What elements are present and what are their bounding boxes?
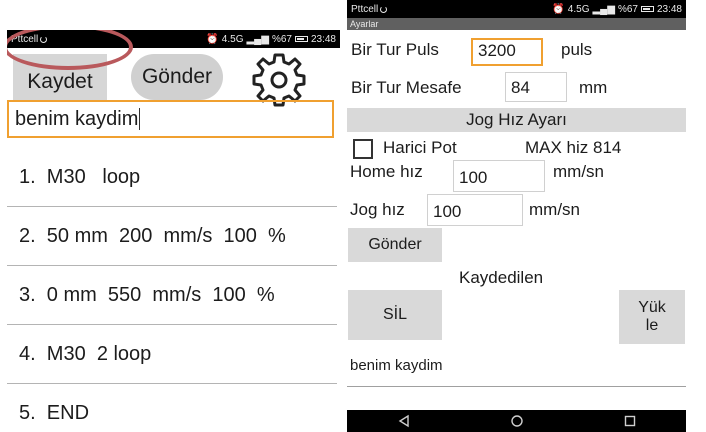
status-bar: Pttcell ⏰ 4.5G ▂▄▆ %67 23:48 bbox=[347, 0, 686, 18]
max-speed-label: MAX hiz 814 bbox=[525, 138, 622, 157]
clock: 23:48 bbox=[656, 3, 682, 15]
saved-label: Kaydedilen bbox=[459, 268, 544, 287]
divider bbox=[347, 386, 686, 387]
send-button[interactable]: Gönder bbox=[131, 54, 223, 100]
home-icon[interactable] bbox=[510, 414, 524, 428]
recording-name-value: benim kaydim bbox=[15, 107, 139, 130]
status-icons: ⏰ 4.5G ▂▄▆ %67 23:48 bbox=[552, 4, 682, 15]
external-pot-label: Harici Pot bbox=[383, 138, 457, 157]
external-pot-checkbox[interactable] bbox=[353, 139, 373, 159]
jog-speed-label: Jog hız bbox=[350, 200, 405, 219]
list-item[interactable]: 4. M30 2 loop bbox=[7, 325, 337, 384]
load-button-line1: Yük bbox=[638, 299, 666, 316]
load-button[interactable]: Yük le bbox=[619, 290, 685, 344]
list-item[interactable]: 5. END bbox=[7, 384, 337, 432]
network-label: 4.5G bbox=[567, 3, 590, 15]
nav-bar bbox=[347, 410, 686, 432]
load-button-line2: le bbox=[645, 317, 659, 334]
delete-button[interactable]: SİL bbox=[348, 290, 442, 340]
battery-percent: %67 bbox=[271, 33, 292, 45]
back-icon[interactable] bbox=[397, 414, 411, 428]
signal-icon: ▂▄▆ bbox=[592, 3, 615, 15]
highlight-circle bbox=[7, 30, 133, 70]
saved-item[interactable]: benim kaydim bbox=[350, 357, 443, 374]
alarm-icon: ⏰ bbox=[552, 3, 565, 15]
carrier-name: Pttcell bbox=[351, 3, 379, 15]
send-settings-button[interactable]: Gönder bbox=[348, 228, 442, 262]
battery-icon bbox=[640, 6, 654, 12]
list-item[interactable]: 2. 50 mm 200 mm/s 100 % bbox=[7, 207, 337, 266]
loading-icon bbox=[380, 5, 388, 13]
carrier: Pttcell bbox=[351, 3, 388, 15]
status-icons: ⏰ 4.5G ▂▄▆ %67 23:48 bbox=[206, 34, 336, 45]
program-list: 1. M30 loop 2. 50 mm 200 mm/s 100 % 3. 0… bbox=[7, 148, 337, 432]
text-caret bbox=[139, 108, 141, 130]
recent-apps-icon[interactable] bbox=[623, 414, 637, 428]
battery-percent: %67 bbox=[617, 3, 638, 15]
pulses-unit: puls bbox=[561, 40, 593, 59]
jog-speed-input[interactable]: 100 bbox=[427, 194, 523, 226]
alarm-icon: ⏰ bbox=[206, 33, 219, 45]
distance-unit: mm bbox=[579, 78, 608, 97]
pulses-label: Bir Tur Puls bbox=[351, 40, 439, 59]
distance-input[interactable]: 84 bbox=[505, 72, 567, 102]
pulses-input[interactable]: 3200 bbox=[471, 38, 543, 66]
signal-icon: ▂▄▆ bbox=[246, 33, 269, 45]
battery-icon bbox=[294, 36, 308, 42]
app-title-bar: Ayarlar bbox=[347, 18, 686, 30]
distance-label: Bir Tur Mesafe bbox=[351, 78, 462, 97]
clock: 23:48 bbox=[310, 33, 336, 45]
home-speed-input[interactable]: 100 bbox=[453, 160, 545, 192]
network-label: 4.5G bbox=[221, 33, 244, 45]
list-item[interactable]: 3. 0 mm 550 mm/s 100 % bbox=[7, 266, 337, 325]
jog-speed-unit: mm/sn bbox=[529, 200, 580, 219]
recording-name-input[interactable]: benim kaydim bbox=[7, 100, 334, 138]
left-phone-screen: Pttcell ⏰ 4.5G ▂▄▆ %67 23:48 Kaydet Gönd… bbox=[7, 30, 340, 432]
home-speed-unit: mm/sn bbox=[553, 162, 604, 181]
right-phone-screen: Pttcell ⏰ 4.5G ▂▄▆ %67 23:48 Ayarlar Bir… bbox=[347, 0, 686, 432]
home-speed-label: Home hız bbox=[350, 162, 423, 181]
list-item[interactable]: 1. M30 loop bbox=[7, 148, 337, 207]
jog-section-header: Jog Hız Ayarı bbox=[347, 108, 686, 132]
